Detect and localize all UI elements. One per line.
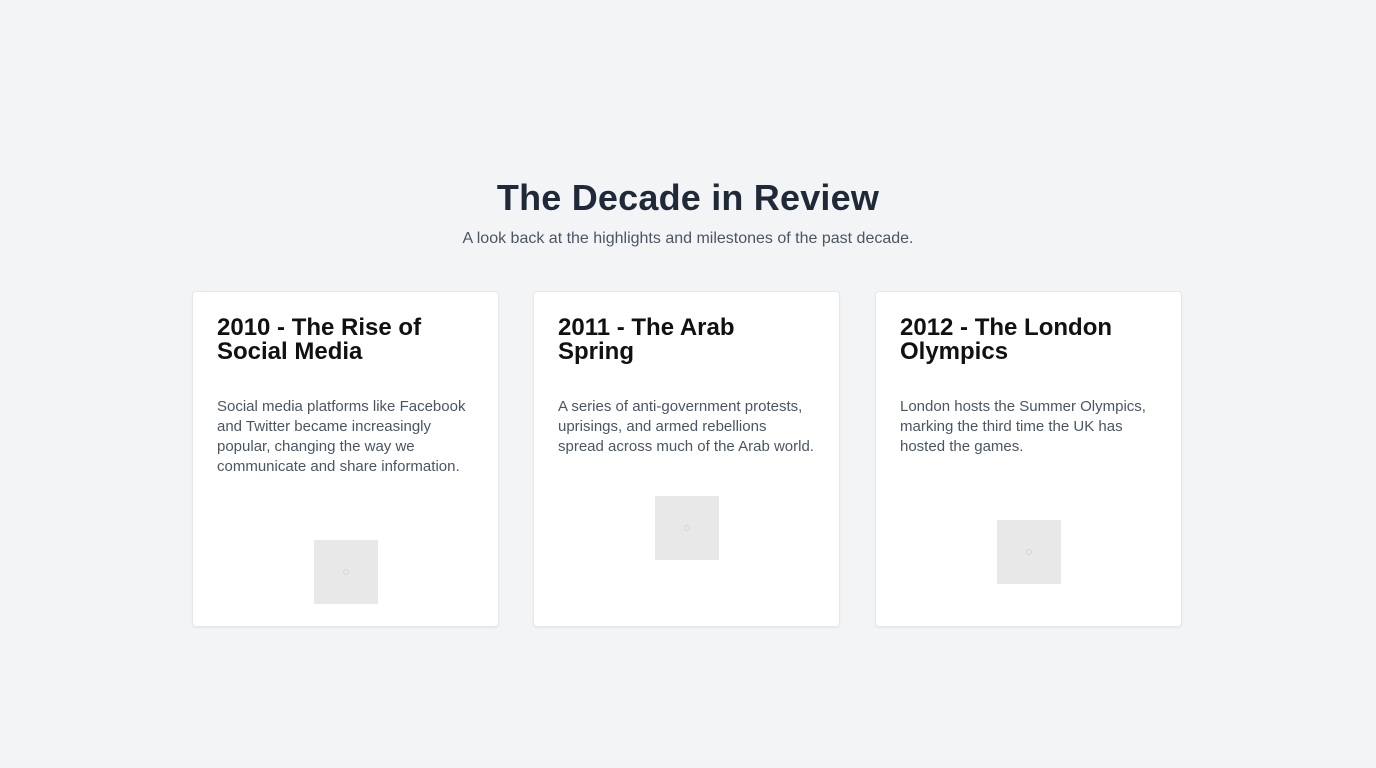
card-image-placeholder [996, 520, 1061, 584]
card-title: 2012 - The London Olympics [900, 314, 1113, 365]
header: The Decade in Review A look back at the … [0, 176, 1376, 250]
card-image-placeholder [654, 496, 719, 560]
page-subtitle: A look back at the highlights and milest… [462, 230, 914, 247]
card-title: 2010 - The Rise of Social Media [217, 314, 422, 365]
page-title: The Decade in Review [496, 177, 880, 218]
image-placeholder-icon [342, 569, 349, 575]
page: The Decade in Review A look back at the … [0, 0, 1376, 768]
card-description: A series of anti-government protests, up… [558, 398, 814, 455]
card-image-placeholder [313, 540, 378, 604]
image-placeholder-icon [1025, 549, 1032, 555]
card-description: Social media platforms like Facebook and… [217, 398, 466, 475]
card-2011: 2011 - The Arab Spring A series of anti-… [533, 291, 840, 627]
card-title: 2011 - The Arab Spring [558, 314, 735, 365]
card-2010: 2010 - The Rise of Social Media Social m… [192, 291, 499, 627]
card-description: London hosts the Summer Olympics, markin… [900, 398, 1146, 455]
card-2012: 2012 - The London Olympics London hosts … [875, 291, 1182, 627]
timeline-cards: 2010 - The Rise of Social Media Social m… [192, 291, 1184, 629]
image-placeholder-icon [683, 525, 690, 531]
